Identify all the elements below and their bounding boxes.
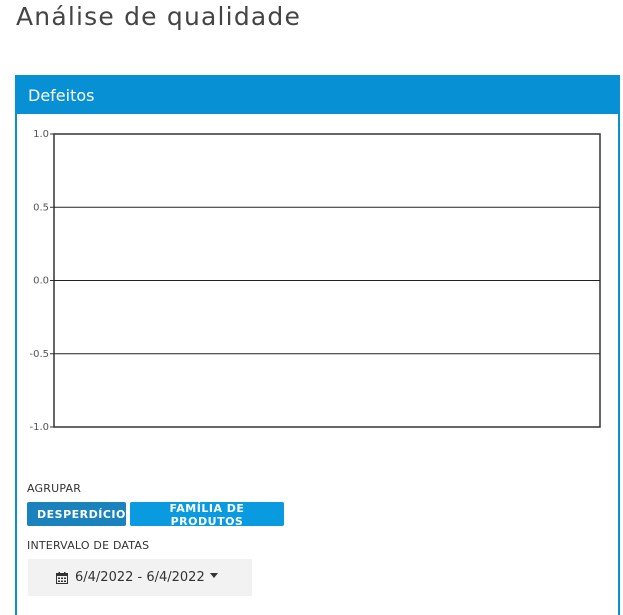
y-tick-label: -0.5 xyxy=(29,349,49,360)
page-title: Análise de qualidade xyxy=(16,2,302,31)
date-range-label: INTERVALO DE DATAS xyxy=(27,539,150,552)
defects-chart: 1.0 0.5 0.0 -0.5 -1.0 xyxy=(29,129,601,433)
defects-panel: Defeitos 1.0 0.5 0.0 -0.5 -1.0 AGRUPAR DESPE… xyxy=(15,75,620,615)
y-tick-label: -1.0 xyxy=(29,422,49,433)
y-tick-label: 1.0 xyxy=(33,129,49,140)
caret-down-icon xyxy=(209,573,218,578)
y-tick-label: 0.5 xyxy=(33,202,49,213)
panel-header: Defeitos xyxy=(17,77,618,114)
calendar-icon xyxy=(56,571,68,584)
y-tick-label: 0.0 xyxy=(33,276,49,287)
date-range-picker[interactable]: 6/4/2022 - 6/4/2022 xyxy=(28,559,252,596)
group-product-family-button[interactable]: FAMÍLIA DE PRODUTOS xyxy=(130,502,284,528)
group-label: AGRUPAR xyxy=(27,482,82,495)
group-waste-button[interactable]: DESPERDÍCIO xyxy=(27,502,126,526)
date-range-value: 6/4/2022 - 6/4/2022 xyxy=(75,570,205,585)
